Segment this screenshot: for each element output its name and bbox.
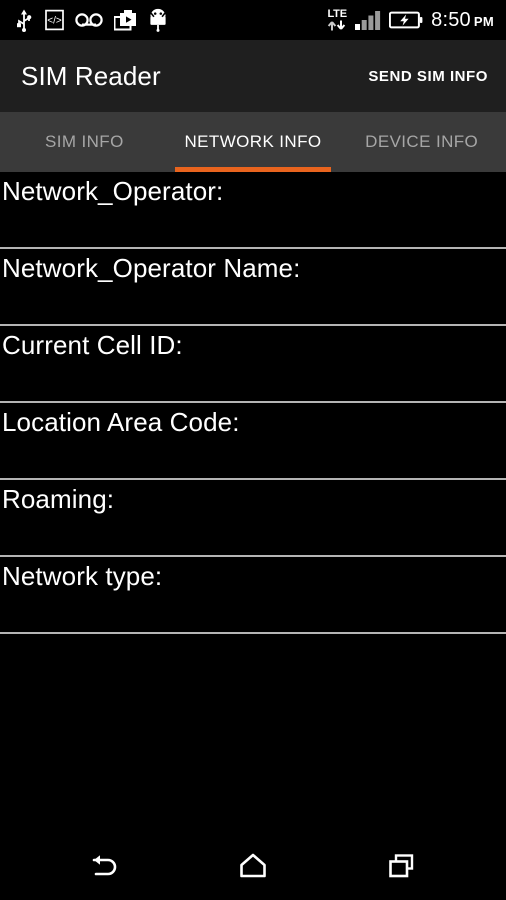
row-label-network-type: Network type: bbox=[2, 561, 163, 591]
lte-label: LTE bbox=[327, 8, 347, 20]
status-bar-clock: 8:50 PM bbox=[431, 10, 494, 30]
row-value-current-cell-id bbox=[2, 364, 504, 392]
data-arrows-icon bbox=[327, 20, 346, 31]
table-row[interactable]: Network type: bbox=[0, 557, 506, 634]
navigation-bar bbox=[0, 832, 506, 900]
table-row[interactable]: Roaming: bbox=[0, 480, 506, 557]
battery-charging-icon bbox=[389, 11, 423, 29]
table-row[interactable]: Network_Operator Name: bbox=[0, 249, 506, 326]
back-arrow-icon bbox=[93, 855, 117, 876]
usb-icon bbox=[17, 9, 32, 32]
nav-recents-button[interactable] bbox=[367, 841, 437, 891]
table-row[interactable]: Network_Operator: bbox=[0, 172, 506, 249]
row-label-roaming: Roaming: bbox=[2, 484, 115, 514]
android-robot-icon bbox=[150, 8, 166, 32]
tab-bar: SIM INFO NETWORK INFO DEVICE INFO bbox=[0, 112, 506, 172]
tab-sim-info-label: SIM INFO bbox=[44, 132, 124, 151]
nav-back-button[interactable] bbox=[69, 841, 139, 891]
row-value-network-type bbox=[2, 595, 504, 623]
home-icon bbox=[240, 853, 266, 878]
developer-code-icon: </> bbox=[45, 9, 64, 31]
signal-bars-icon bbox=[355, 11, 381, 30]
status-bar-right-icons: LTE 8:50 PM bbox=[327, 9, 494, 31]
row-value-network-operator bbox=[2, 210, 504, 238]
row-value-location-area-code bbox=[2, 441, 504, 469]
send-sim-info-button[interactable]: SEND SIM INFO bbox=[366, 62, 490, 91]
row-label-location-area-code: Location Area Code: bbox=[2, 407, 240, 437]
tab-sim-info[interactable]: SIM INFO bbox=[0, 112, 169, 172]
tab-network-info-label: NETWORK INFO bbox=[184, 132, 322, 151]
row-value-network-operator-name bbox=[2, 287, 504, 315]
tab-device-info-label: DEVICE INFO bbox=[365, 132, 479, 151]
tab-network-info[interactable]: NETWORK INFO bbox=[169, 112, 338, 172]
row-label-current-cell-id: Current Cell ID: bbox=[2, 330, 183, 360]
row-label-network-operator: Network_Operator: bbox=[2, 176, 224, 206]
phone-screen: </> LTE 8:50 PM SIM Reader SEND SIM INFO… bbox=[0, 0, 506, 900]
nav-home-button[interactable] bbox=[218, 841, 288, 891]
status-bar: </> LTE 8:50 PM bbox=[0, 0, 506, 40]
media-briefcase-icon bbox=[114, 10, 136, 31]
row-value-roaming bbox=[2, 518, 504, 546]
page-title: SIM Reader bbox=[21, 60, 161, 91]
recents-squares-icon bbox=[388, 854, 413, 878]
network-info-list[interactable]: Network_Operator: Network_Operator Name:… bbox=[0, 172, 506, 832]
app-bar: SIM Reader SEND SIM INFO bbox=[0, 40, 506, 112]
tab-device-info[interactable]: DEVICE INFO bbox=[337, 112, 506, 172]
svg-text:</>: </> bbox=[47, 16, 62, 27]
lte-indicator: LTE bbox=[327, 9, 347, 31]
voicemail-icon bbox=[75, 13, 103, 27]
table-row[interactable]: Current Cell ID: bbox=[0, 326, 506, 403]
status-bar-left-icons: </> bbox=[14, 8, 168, 32]
row-label-network-operator-name: Network_Operator Name: bbox=[2, 253, 301, 283]
table-row[interactable]: Location Area Code: bbox=[0, 403, 506, 480]
clock-time: 8:50 bbox=[431, 9, 471, 31]
clock-ampm: PM bbox=[473, 14, 494, 29]
